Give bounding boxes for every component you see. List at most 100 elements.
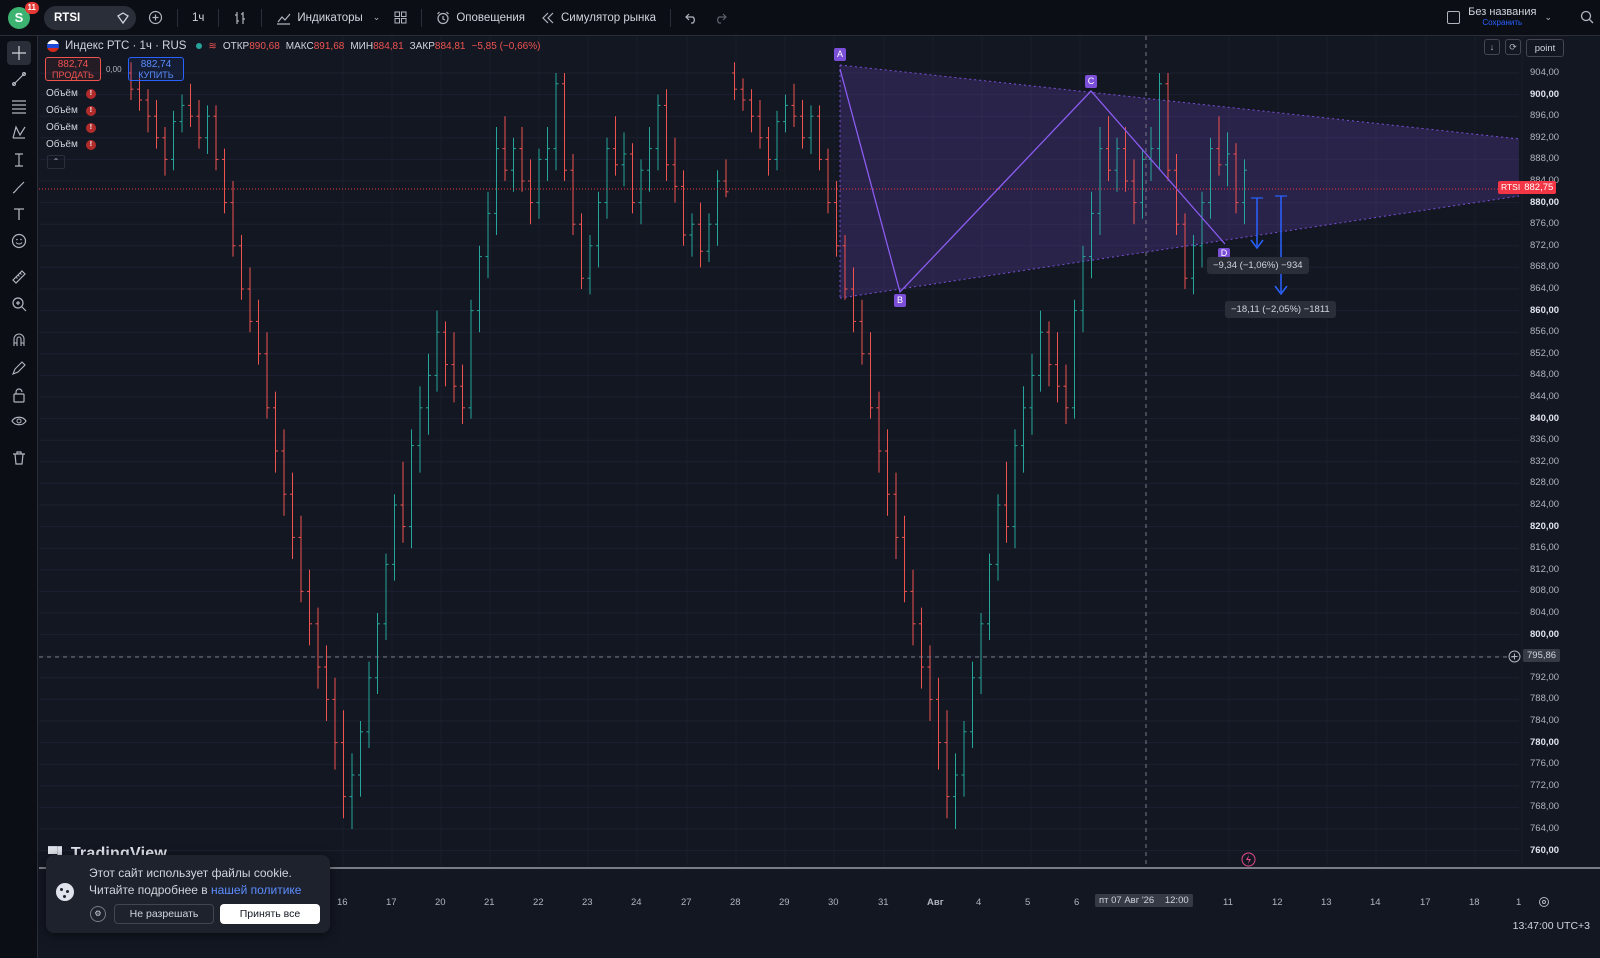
emoji-tool[interactable]: [7, 229, 31, 253]
cookie-deny-button[interactable]: Не разрешать: [114, 904, 214, 924]
price-chart[interactable]: [39, 36, 1600, 958]
russia-flag-icon: [47, 40, 59, 52]
price-tick: 792,00: [1530, 671, 1560, 683]
price-tick: 804,00: [1530, 607, 1560, 618]
alerts-button[interactable]: Оповещения: [428, 5, 533, 31]
refresh-button[interactable]: ⟳: [1505, 39, 1521, 55]
cookie-settings-icon[interactable]: ⚙: [90, 906, 106, 922]
warning-icon[interactable]: !: [85, 122, 96, 133]
hide-drawings-tool[interactable]: [7, 409, 31, 433]
time-tick: 21: [484, 897, 495, 908]
warning-icon[interactable]: !: [85, 88, 96, 99]
time-tick: 14: [1370, 897, 1381, 908]
symbol-search[interactable]: RTSI: [44, 5, 136, 30]
pattern-point-b[interactable]: B: [894, 294, 906, 307]
pattern-tool[interactable]: [7, 120, 31, 144]
layout-templates-button[interactable]: [386, 5, 415, 31]
indicators-label: Индикаторы: [297, 11, 363, 24]
price-tick: 820,00: [1530, 520, 1560, 532]
forecast-tool[interactable]: [7, 148, 31, 172]
cookie-policy-link[interactable]: нашей политике: [211, 883, 302, 897]
magnet-tool[interactable]: [7, 328, 31, 352]
lock-drawings-tool[interactable]: [7, 383, 31, 407]
replay-button[interactable]: Симулятор рынка: [533, 5, 664, 31]
magnet-icon: [11, 332, 27, 348]
warning-icon[interactable]: !: [85, 139, 96, 150]
interval-button[interactable]: 1ч: [184, 5, 212, 31]
pattern-point-c[interactable]: C: [1085, 75, 1097, 88]
settings-icon[interactable]: [1538, 896, 1550, 908]
drawing-toolbar: [0, 36, 38, 958]
price-tick: 896,00: [1530, 110, 1560, 122]
measure-label[interactable]: −9,34 (−1,06%) −934: [1207, 257, 1309, 274]
open-value: 890,68: [249, 40, 280, 52]
redo-button[interactable]: [706, 5, 735, 31]
volume-indicator[interactable]: Объём!: [46, 139, 96, 150]
sell-button[interactable]: 882,74 ПРОДАТЬ: [45, 57, 101, 81]
low-label: МИН: [350, 40, 374, 52]
measure-tool[interactable]: [7, 265, 31, 289]
time-tick: 11: [1223, 897, 1233, 908]
volume-indicator[interactable]: Объём!: [46, 122, 96, 133]
layout-save-link[interactable]: Сохранить: [1468, 18, 1536, 28]
cookie-accept-button[interactable]: Принять все: [220, 904, 320, 924]
warning-icon[interactable]: !: [85, 105, 96, 116]
layout-checkbox[interactable]: [1447, 10, 1461, 24]
crosshair-tool[interactable]: [7, 41, 31, 65]
chart-pane[interactable]: Индекс РТС · 1ч · RUS ≋ ОТКР 890,68 МАКС 8…: [39, 36, 1600, 958]
symbol-legend[interactable]: Индекс РТС · 1ч · RUS ≋ ОТКР 890,68 МАКС 8…: [47, 40, 540, 52]
time-tick: 29: [779, 897, 790, 908]
price-tick: 860,00: [1530, 304, 1560, 316]
avatar-letter: S: [14, 10, 24, 25]
price-tick: 772,00: [1530, 779, 1560, 791]
undo-button[interactable]: [677, 5, 706, 31]
cookie-line-1: Этот сайт использует файлы cookie.: [89, 866, 292, 880]
chevron-down-icon[interactable]: ⌄: [373, 12, 381, 23]
price-tick: 844,00: [1530, 391, 1560, 402]
indicators-button[interactable]: Индикаторы: [268, 5, 370, 31]
price-tick: 880,00: [1530, 196, 1560, 208]
layout-name-button[interactable]: Без названия Сохранить ⌄: [1447, 6, 1552, 28]
close-label: ЗАКР: [409, 40, 435, 52]
search-icon[interactable]: [1580, 10, 1594, 24]
price-tick: 900,00: [1530, 88, 1560, 100]
time-tick: 5: [1025, 897, 1031, 908]
symbol-name: RTSI: [54, 11, 81, 24]
market-open-dot: [196, 43, 203, 49]
download-button[interactable]: ↓: [1484, 39, 1500, 55]
lightning-icon[interactable]: [1241, 852, 1256, 867]
last-price-tag: RTSI 882,75: [1498, 181, 1557, 194]
clock[interactable]: 13:47:00 UTC+3: [1513, 920, 1590, 932]
text-tool[interactable]: [7, 202, 31, 226]
chart-type-button[interactable]: [225, 5, 255, 31]
time-tick: 28: [730, 897, 741, 908]
volume-indicator[interactable]: Объём!: [46, 88, 96, 99]
user-avatar[interactable]: S 11: [8, 1, 39, 29]
delete-drawings-tool[interactable]: [7, 446, 31, 470]
zoom-tool[interactable]: [7, 292, 31, 316]
collapse-legend-button[interactable]: ⌃: [47, 155, 65, 169]
crosshair-icon: [11, 45, 27, 61]
add-alert-icon[interactable]: [1508, 650, 1521, 663]
volume-indicator[interactable]: Объём!: [46, 105, 96, 116]
measure-label[interactable]: −18,11 (−2,05%) −1811: [1225, 301, 1336, 318]
point-button[interactable]: point: [1526, 39, 1564, 57]
smiley-icon: [11, 233, 27, 249]
pattern-point-a[interactable]: A: [834, 48, 846, 61]
legend-title[interactable]: Индекс РТС · 1ч · RUS: [65, 40, 186, 52]
fib-tool[interactable]: [7, 94, 31, 118]
chevron-down-icon[interactable]: ⌄: [1544, 12, 1552, 23]
price-tick: 784,00: [1530, 715, 1560, 726]
eq-icon: ≋: [208, 40, 217, 52]
stay-drawing-tool[interactable]: [7, 356, 31, 380]
brush-tool[interactable]: [7, 175, 31, 199]
open-label: ОТКР: [222, 40, 250, 52]
buy-button[interactable]: 882,74 КУПИТЬ: [128, 57, 184, 81]
time-tick: 4: [976, 897, 982, 908]
cookie-text: Этот сайт использует файлы cookie. Читай…: [89, 865, 301, 899]
add-symbol-button[interactable]: [140, 5, 171, 31]
time-tick: 17: [386, 897, 397, 908]
trend-line-tool[interactable]: [7, 67, 31, 91]
buy-price: 882,74: [140, 59, 172, 70]
compare-icon[interactable]: [116, 11, 130, 25]
